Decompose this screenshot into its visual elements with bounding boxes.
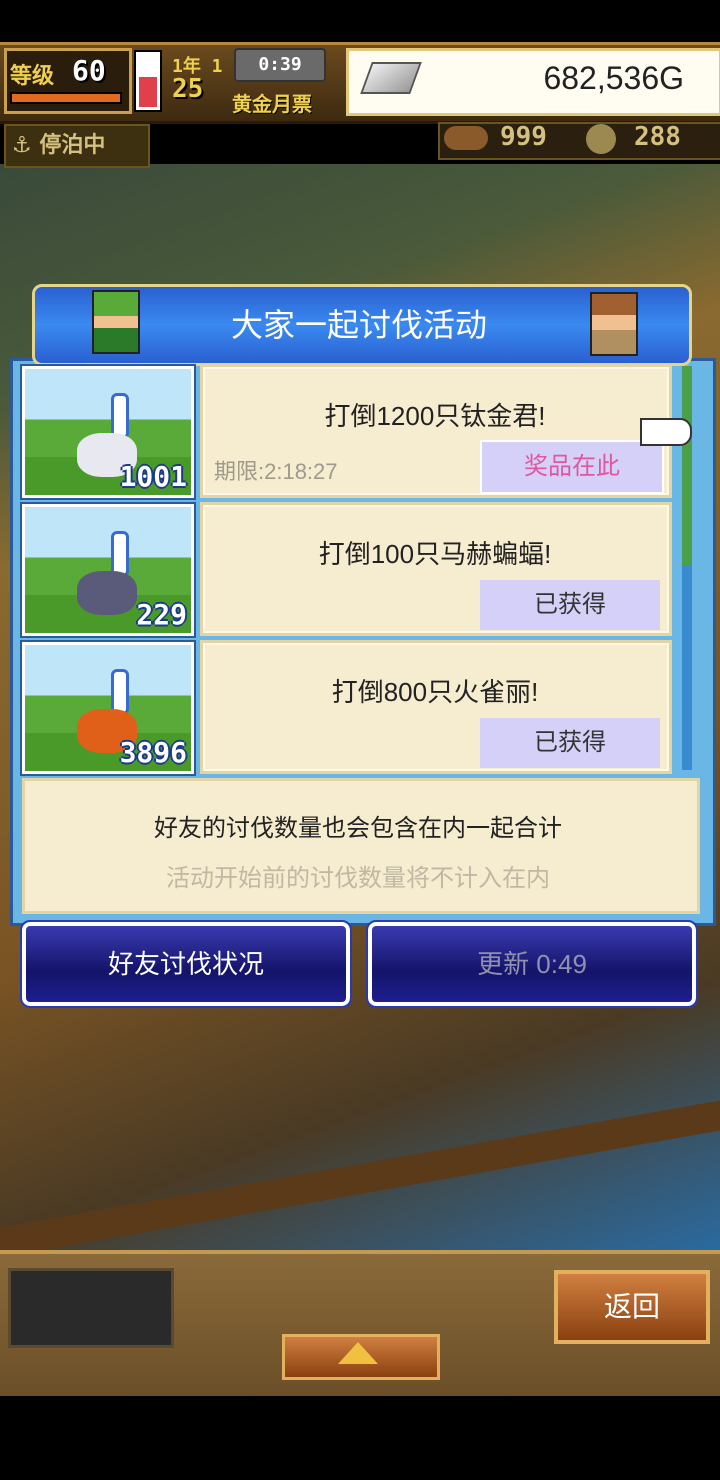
warrior-character-icon	[590, 292, 638, 356]
stamina-gauge	[134, 50, 162, 112]
day-value: 25	[172, 74, 204, 104]
update-button[interactable]: 更新 0:49	[366, 920, 698, 1008]
clock-display: 0:39	[234, 48, 326, 82]
quest-thumbnail: 3896	[20, 640, 196, 776]
quest-deadline: 期限:2:18:27	[214, 459, 338, 484]
monster-icon	[77, 571, 137, 615]
friend-status-button[interactable]: 好友讨伐状况	[20, 920, 352, 1008]
exp-bar	[10, 92, 122, 104]
kill-count: 229	[136, 598, 187, 631]
empty-slot	[8, 1268, 174, 1348]
info-panel	[22, 778, 700, 914]
level-value: 60	[72, 54, 106, 87]
pointer-hand-icon	[640, 418, 692, 446]
kill-count: 3896	[119, 736, 187, 769]
level-label: 等级	[10, 64, 55, 89]
back-button[interactable]: 返回	[554, 1270, 710, 1344]
quest-title: 打倒100只马赫蝙蝠!	[318, 539, 552, 569]
dock-status-badge: ⚓ 停泊中	[4, 124, 150, 168]
obtained-button[interactable]: 已获得	[480, 718, 660, 768]
coin-resource-icon	[586, 124, 616, 154]
resource1-value: 999	[500, 122, 547, 152]
ship-deck	[0, 1100, 720, 1258]
gold-amount: 682,536G	[543, 60, 684, 96]
info-main-text: 好友的讨伐数量也会包含在内一起合计	[154, 815, 562, 842]
ship-resource-icon	[444, 126, 488, 150]
resource2-value: 288	[634, 122, 681, 152]
info-sub-text: 活动开始前的讨伐数量将不计入在内	[166, 865, 550, 892]
quest-thumbnail: 1001	[20, 364, 196, 500]
quest-thumbnail: 229	[20, 502, 196, 638]
status-bar	[0, 0, 720, 42]
month-label: 黄金月票	[232, 92, 312, 116]
arrow-up-icon	[338, 1342, 378, 1364]
quest-title: 打倒800只火雀丽!	[331, 677, 539, 707]
quest-title: 打倒1200只钛金君!	[324, 401, 546, 431]
kill-count: 1001	[119, 460, 187, 493]
scroll-thumb[interactable]	[682, 366, 692, 566]
obtained-button[interactable]: 已获得	[480, 580, 660, 630]
claim-prize-button[interactable]: 奖品在此	[480, 440, 664, 494]
dock-status-label: 停泊中	[39, 133, 106, 158]
system-nav-bar	[0, 1396, 720, 1480]
archer-character-icon	[92, 290, 140, 354]
